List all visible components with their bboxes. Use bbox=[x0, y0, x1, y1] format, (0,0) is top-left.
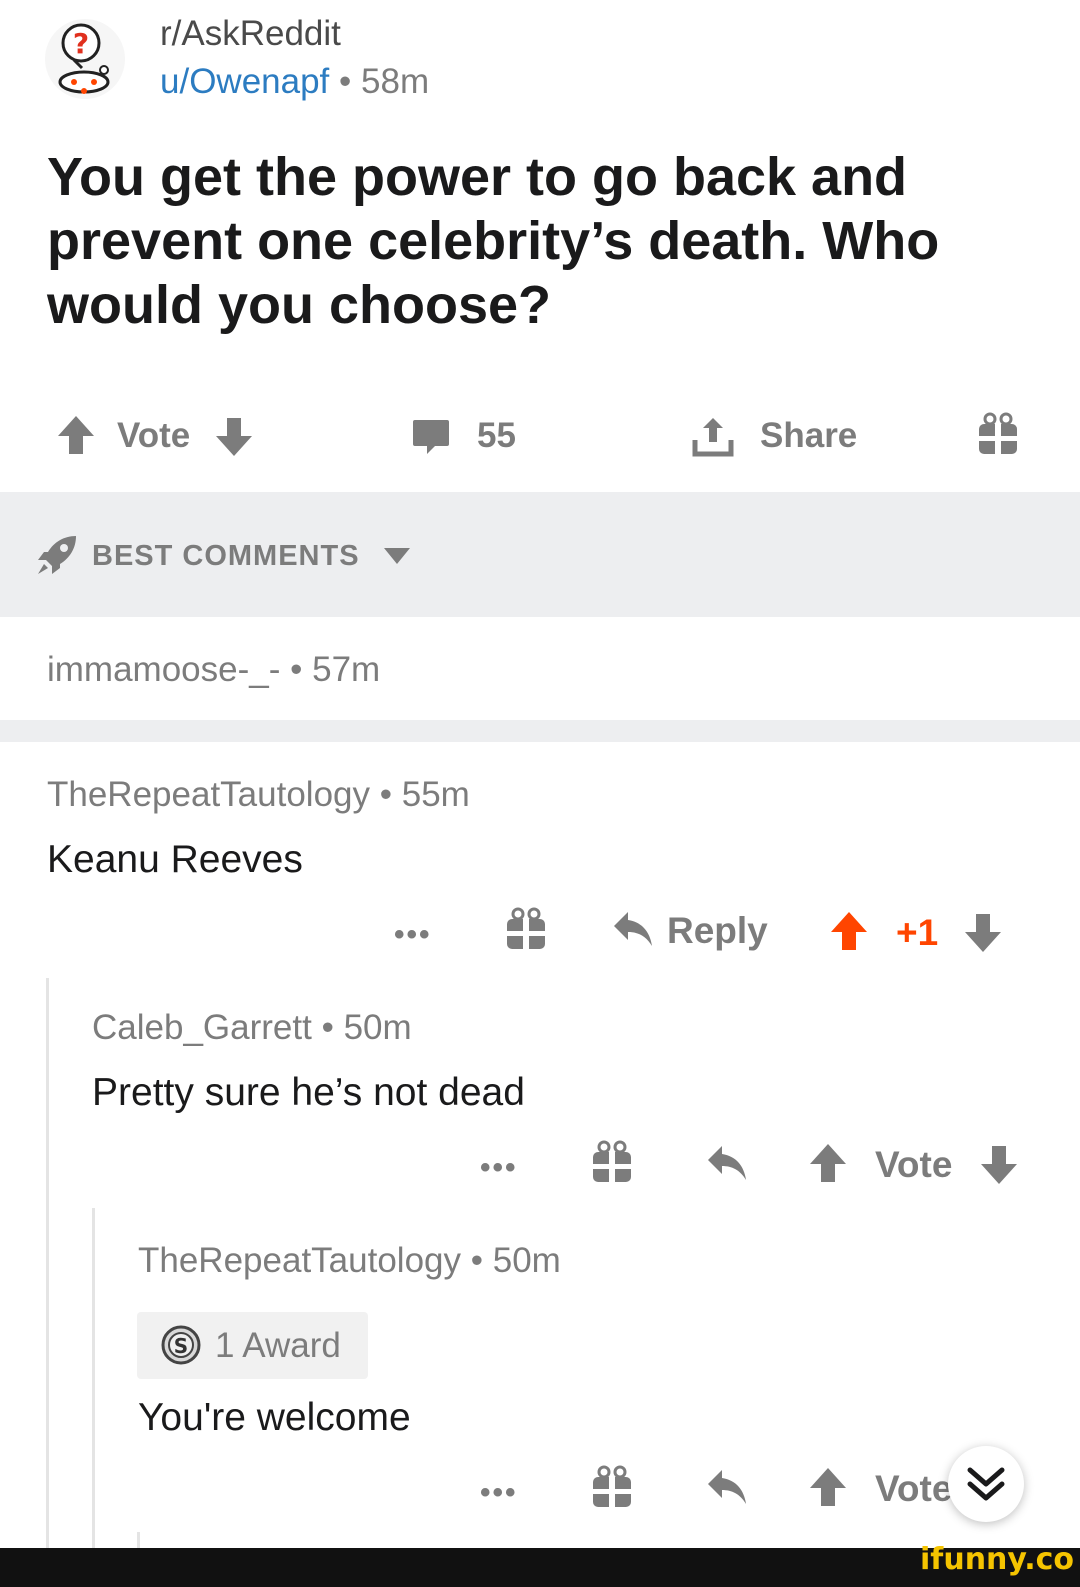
comment-body: Keanu Reeves bbox=[47, 838, 303, 881]
comment-age: 50m bbox=[492, 1241, 561, 1280]
comment-divider bbox=[0, 720, 1080, 742]
post-vote-label: Vote bbox=[117, 416, 191, 455]
comment-age: 57m bbox=[312, 650, 381, 689]
reply-arrow-icon[interactable] bbox=[612, 910, 654, 950]
upvote-icon[interactable] bbox=[808, 1466, 848, 1508]
upvote-active-icon[interactable] bbox=[829, 910, 869, 952]
meta-separator: • bbox=[339, 62, 352, 101]
collapsed-comment-meta[interactable]: immamoose-_- • 57m bbox=[47, 650, 380, 690]
award-count: 1 Award bbox=[215, 1326, 341, 1365]
comment-age: 50m bbox=[343, 1008, 412, 1047]
rocket-icon bbox=[36, 534, 78, 576]
thread-line bbox=[137, 1532, 140, 1548]
comment-author[interactable]: TheRepeatTautology bbox=[47, 775, 370, 814]
comment-body: You're welcome bbox=[138, 1396, 411, 1439]
double-chevron-down-icon bbox=[966, 1466, 1006, 1504]
gift-icon[interactable] bbox=[591, 1140, 633, 1184]
meta-separator: • bbox=[290, 650, 303, 689]
comment-meta: TheRepeatTautology • 55m bbox=[47, 775, 470, 815]
share-label[interactable]: Share bbox=[760, 416, 857, 456]
reply-arrow-icon[interactable] bbox=[706, 1468, 748, 1508]
meta-separator: • bbox=[321, 1008, 334, 1047]
downvote-icon[interactable] bbox=[979, 1144, 1019, 1186]
vote-label: Vote bbox=[875, 1468, 953, 1509]
comment-author[interactable]: Caleb_Garrett bbox=[92, 1008, 312, 1047]
more-options-button[interactable]: ••• bbox=[394, 918, 432, 952]
share-icon[interactable] bbox=[691, 414, 735, 458]
upvote-icon[interactable] bbox=[808, 1142, 848, 1184]
post-award-gift-icon[interactable] bbox=[977, 412, 1019, 456]
post-age: 58m bbox=[361, 62, 430, 101]
watermark-band bbox=[0, 1548, 1080, 1587]
post-comment-count[interactable]: 55 bbox=[477, 416, 516, 456]
downvote-icon[interactable] bbox=[963, 912, 1003, 954]
post-upvote-icon[interactable] bbox=[56, 414, 96, 456]
comment-score: +1 bbox=[896, 912, 939, 953]
post-author-link[interactable]: u/Owenapf bbox=[160, 62, 329, 101]
comment-meta: Caleb_Garrett • 50m bbox=[92, 1008, 412, 1048]
post-meta: u/Owenapf • 58m bbox=[160, 62, 429, 102]
svg-text:?: ? bbox=[73, 27, 89, 60]
reply-button[interactable]: Reply bbox=[667, 910, 768, 952]
thread-line[interactable] bbox=[46, 978, 49, 1548]
comment-author[interactable]: TheRepeatTautology bbox=[138, 1241, 461, 1280]
subreddit-name[interactable]: r/AskReddit bbox=[160, 14, 341, 54]
meta-separator: • bbox=[470, 1241, 483, 1280]
ifunny-watermark: ifunny.co bbox=[920, 1542, 1074, 1577]
chevron-down-icon[interactable] bbox=[382, 546, 412, 566]
thread-line[interactable] bbox=[92, 1208, 95, 1548]
comment-bubble-icon[interactable] bbox=[411, 418, 451, 456]
more-options-button[interactable]: ••• bbox=[480, 1151, 518, 1185]
gift-icon[interactable] bbox=[591, 1465, 633, 1509]
svg-text:S: S bbox=[174, 1334, 188, 1358]
comment-body: Pretty sure he’s not dead bbox=[92, 1071, 525, 1114]
more-options-button[interactable]: ••• bbox=[480, 1476, 518, 1510]
comment-age: 55m bbox=[401, 775, 470, 814]
reply-arrow-icon[interactable] bbox=[706, 1144, 748, 1184]
comment-author[interactable]: immamoose-_- bbox=[47, 650, 280, 689]
vote-label: Vote bbox=[875, 1144, 953, 1185]
silver-award-icon: S bbox=[160, 1324, 202, 1366]
gift-icon[interactable] bbox=[505, 907, 547, 951]
meta-separator: • bbox=[379, 775, 392, 814]
sort-label[interactable]: BEST COMMENTS bbox=[92, 540, 360, 573]
post-downvote-icon[interactable] bbox=[214, 416, 254, 458]
comment-meta: TheRepeatTautology • 50m bbox=[138, 1241, 561, 1281]
scroll-next-comment-button[interactable] bbox=[948, 1446, 1024, 1522]
subreddit-avatar-icon[interactable]: ? bbox=[44, 16, 126, 102]
post-title[interactable]: You get the power to go back and prevent… bbox=[47, 145, 1037, 337]
